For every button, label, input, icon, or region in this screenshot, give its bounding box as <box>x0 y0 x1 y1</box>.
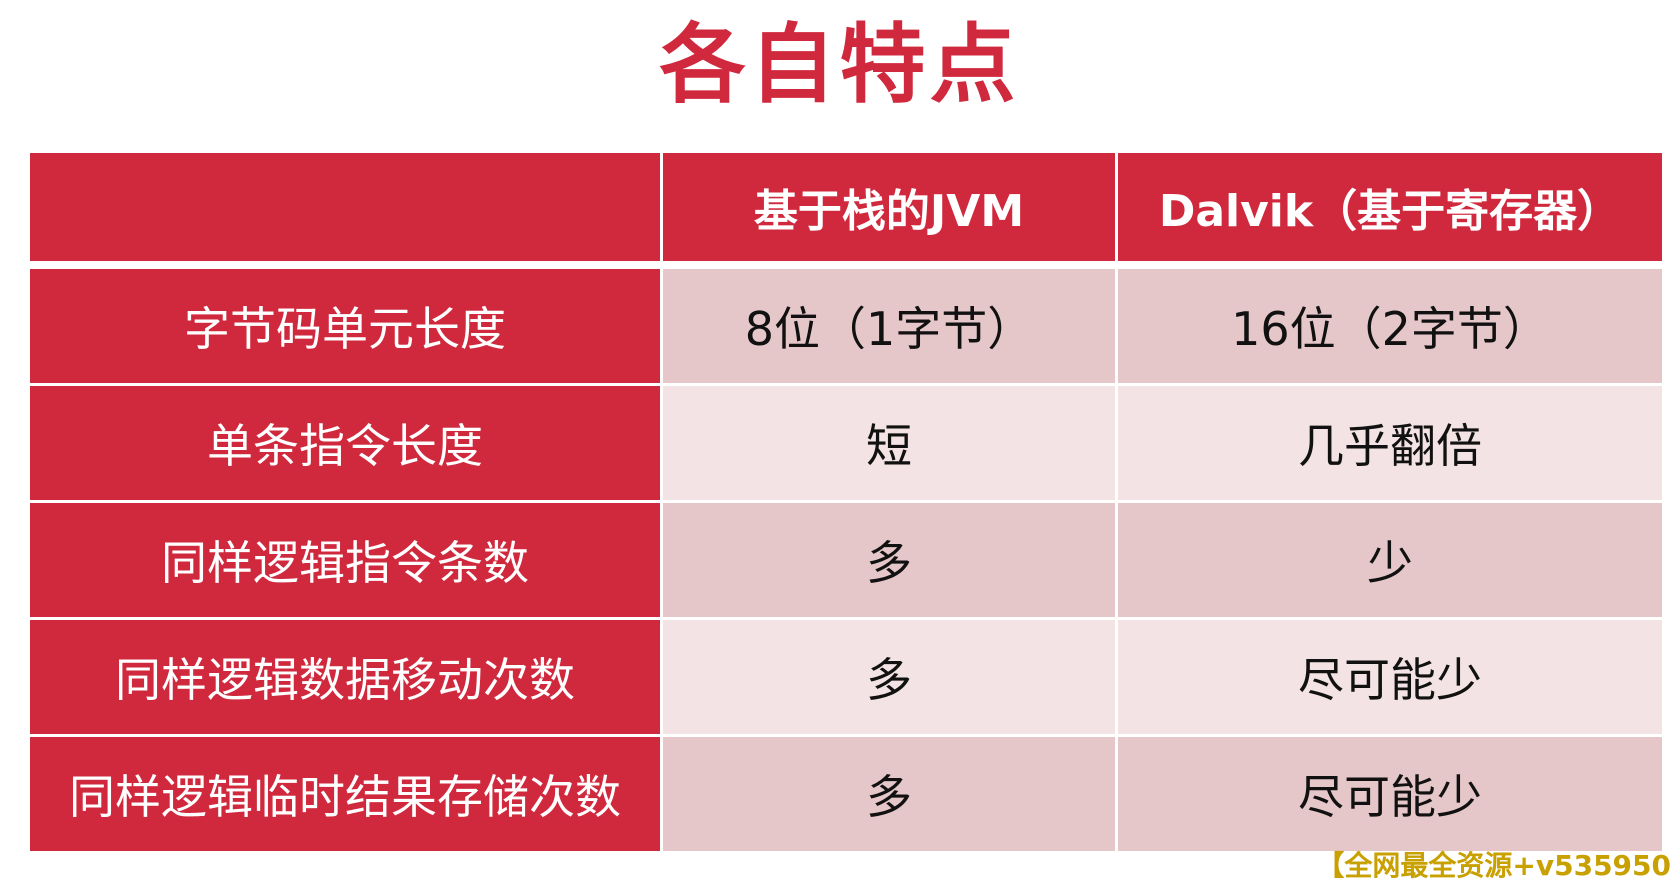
slide: 各自特点 基于栈的JVM Dalvik（基于寄存器） 字节码单元长度 8位（1字… <box>0 0 1679 889</box>
table-header-cell: Dalvik（基于寄存器） <box>1118 153 1662 269</box>
row-label: 同样逻辑临时结果存储次数 <box>30 737 663 854</box>
row-label: 同样逻辑指令条数 <box>30 503 663 620</box>
table-header-cell: 基于栈的JVM <box>663 153 1118 269</box>
row-label: 同样逻辑数据移动次数 <box>30 620 663 737</box>
table-cell: 多 <box>663 503 1118 620</box>
watermark-text: 【全网最全资源+v535950 <box>1316 849 1671 882</box>
table-cell: 短 <box>663 386 1118 503</box>
table-cell: 少 <box>1118 503 1662 620</box>
table-cell: 8位（1字节） <box>663 269 1118 386</box>
table-cell: 16位（2字节） <box>1118 269 1662 386</box>
row-label: 字节码单元长度 <box>30 269 663 386</box>
table-cell: 尽可能少 <box>1118 620 1662 737</box>
slide-title: 各自特点 <box>659 15 1020 115</box>
table-cell: 多 <box>663 737 1118 854</box>
table-cell: 多 <box>663 620 1118 737</box>
table-header-cell <box>30 153 663 269</box>
row-label: 单条指令长度 <box>30 386 663 503</box>
table-cell: 尽可能少 <box>1118 737 1662 854</box>
table-cell: 几乎翻倍 <box>1118 386 1662 503</box>
comparison-table: 基于栈的JVM Dalvik（基于寄存器） 字节码单元长度 8位（1字节） 16… <box>30 153 1662 863</box>
